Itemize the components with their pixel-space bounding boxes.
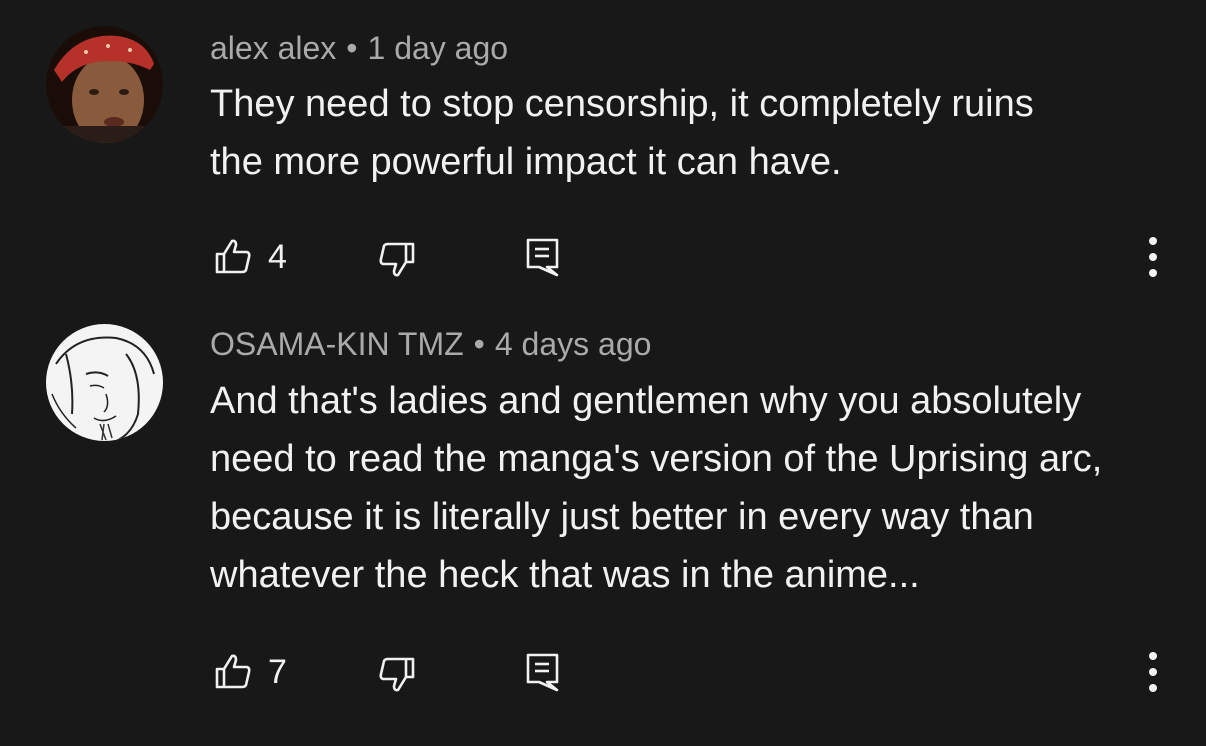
- separator-dot: •: [346, 30, 358, 66]
- more-vertical-icon[interactable]: [1145, 650, 1161, 694]
- thumbs-down-icon[interactable]: [378, 656, 416, 694]
- comment-line: whatever the heck that was in the anime.…: [210, 554, 920, 596]
- comment-line: And that's ladies and gentlemen why you …: [210, 380, 1082, 422]
- author-name[interactable]: alex alex: [210, 30, 336, 66]
- like-count: 7: [268, 653, 287, 691]
- avatar-image: [46, 26, 163, 143]
- comment-meta: alex alex • 1 day ago: [210, 28, 508, 68]
- thumbs-up-icon[interactable]: [214, 652, 252, 690]
- reply-comment-icon[interactable]: [525, 652, 561, 692]
- thumbs-down-icon[interactable]: [378, 241, 416, 279]
- avatar[interactable]: [46, 26, 163, 143]
- comment: alex alex • 1 day ago They need to stop ce…: [0, 0, 1206, 300]
- separator-dot: •: [473, 326, 485, 362]
- author-name[interactable]: OSAMA-KIN TMZ: [210, 326, 464, 362]
- comment-actions: 7: [0, 648, 1206, 698]
- comment-line: the more powerful impact it can have.: [210, 141, 842, 183]
- comment-text: And that's ladies and gentlemen why you …: [210, 372, 1170, 604]
- comment: OSAMA-KIN TMZ • 4 days ago And that's ladi…: [0, 300, 1206, 746]
- timestamp[interactable]: 4 days ago: [495, 326, 652, 362]
- like-count: 4: [268, 238, 287, 276]
- comment-meta: OSAMA-KIN TMZ • 4 days ago: [210, 324, 651, 364]
- comment-line: They need to stop censorship, it complet…: [210, 83, 1034, 125]
- timestamp[interactable]: 1 day ago: [368, 30, 509, 66]
- comment-line: because it is literally just better in e…: [210, 496, 1034, 538]
- comment-text: They need to stop censorship, it complet…: [210, 75, 1170, 191]
- avatar[interactable]: [46, 324, 163, 441]
- reply-comment-icon[interactable]: [525, 237, 561, 277]
- thumbs-up-icon[interactable]: [214, 237, 252, 275]
- avatar-image: [46, 324, 163, 441]
- comment-actions: 4: [0, 233, 1206, 283]
- more-vertical-icon[interactable]: [1145, 235, 1161, 279]
- comment-line: need to read the manga's version of the …: [210, 438, 1103, 480]
